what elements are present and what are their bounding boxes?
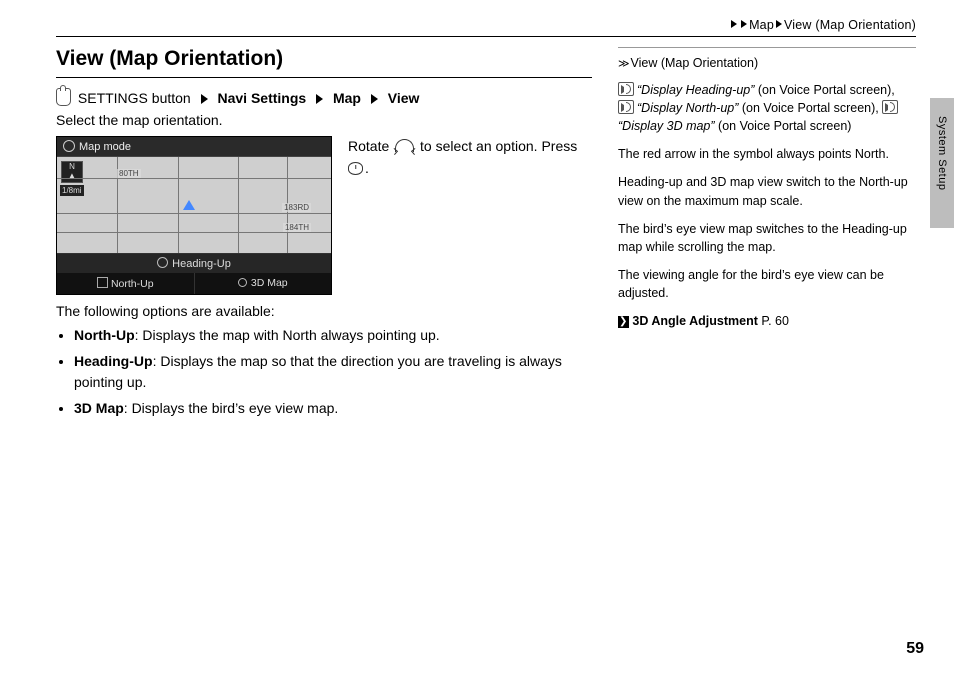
road-label: 80TH xyxy=(117,169,141,178)
side-note: The red arrow in the symbol always point… xyxy=(618,145,916,163)
path-step: Map xyxy=(333,90,361,106)
side-note: The viewing angle for the bird’s eye vie… xyxy=(618,266,916,302)
side-heading: ≫View (Map Orientation) xyxy=(618,54,916,73)
xref-icon: ❯ xyxy=(618,316,629,328)
road-label: 183RD xyxy=(282,203,311,212)
page-number: 59 xyxy=(906,640,924,658)
side-note: The bird’s eye view map switches to the … xyxy=(618,220,916,256)
figure-option-right: 3D Map xyxy=(195,273,332,294)
vehicle-marker-icon xyxy=(183,200,195,210)
chevron-right-icon xyxy=(741,20,747,28)
hand-icon xyxy=(56,88,71,106)
chevron-right-icon xyxy=(316,94,323,104)
dial-icon xyxy=(157,257,168,268)
press-button-icon xyxy=(348,162,363,175)
path-step: Navi Settings xyxy=(218,90,307,106)
figure-option-header: Heading-Up xyxy=(57,254,331,273)
page-title: View (Map Orientation) xyxy=(56,47,592,78)
section-tab-label: System Setup xyxy=(936,116,948,190)
rotate-dial-icon xyxy=(395,139,414,152)
path-step: View xyxy=(388,90,420,106)
breadcrumb-seg: View (Map Orientation) xyxy=(784,18,916,32)
breadcrumb: Map View (Map Orientation) xyxy=(56,18,916,32)
figure-titlebar: Map mode xyxy=(57,137,331,157)
figure-option-left: North-Up xyxy=(57,273,195,294)
note-icon: ≫ xyxy=(618,57,627,73)
side-divider xyxy=(618,47,916,48)
chevron-right-icon xyxy=(776,20,782,28)
side-note: Heading-up and 3D map view switch to the… xyxy=(618,173,916,209)
chevron-right-icon xyxy=(371,94,378,104)
voice-icon xyxy=(618,82,634,96)
screenshot-figure: Map mode N▲ 1/8mi 80TH 183RD 184TH xyxy=(56,136,332,295)
figure-map: N▲ 1/8mi 80TH 183RD 184TH xyxy=(57,157,331,253)
breadcrumb-seg: Map xyxy=(749,18,774,32)
compass-icon: N▲ xyxy=(61,161,83,183)
chevron-right-icon xyxy=(201,94,208,104)
path-button: SETTINGS button xyxy=(78,90,191,106)
voice-icon xyxy=(882,100,898,114)
voice-icon xyxy=(618,100,634,114)
nav-path: SETTINGS button Navi Settings Map View xyxy=(56,88,592,106)
list-item: North-Up: Displays the map with North al… xyxy=(74,325,592,346)
gear-icon xyxy=(63,140,75,152)
options-list: North-Up: Displays the map with North al… xyxy=(58,325,592,419)
options-heading: The following options are available: xyxy=(56,303,592,319)
road-label: 184TH xyxy=(283,223,311,232)
instruction-text: Rotate to select an option. Press . xyxy=(348,136,592,179)
map-scale: 1/8mi xyxy=(60,185,84,196)
voice-commands: “Display Heading-up” (on Voice Portal sc… xyxy=(618,81,916,135)
list-item: 3D Map: Displays the bird’s eye view map… xyxy=(74,398,592,419)
intro-text: Select the map orientation. xyxy=(56,112,592,128)
divider xyxy=(56,36,916,37)
list-item: Heading-Up: Displays the map so that the… xyxy=(74,351,592,393)
chevron-right-icon xyxy=(731,20,737,28)
cross-reference: ❯3D Angle Adjustment P. 60 xyxy=(618,312,916,330)
